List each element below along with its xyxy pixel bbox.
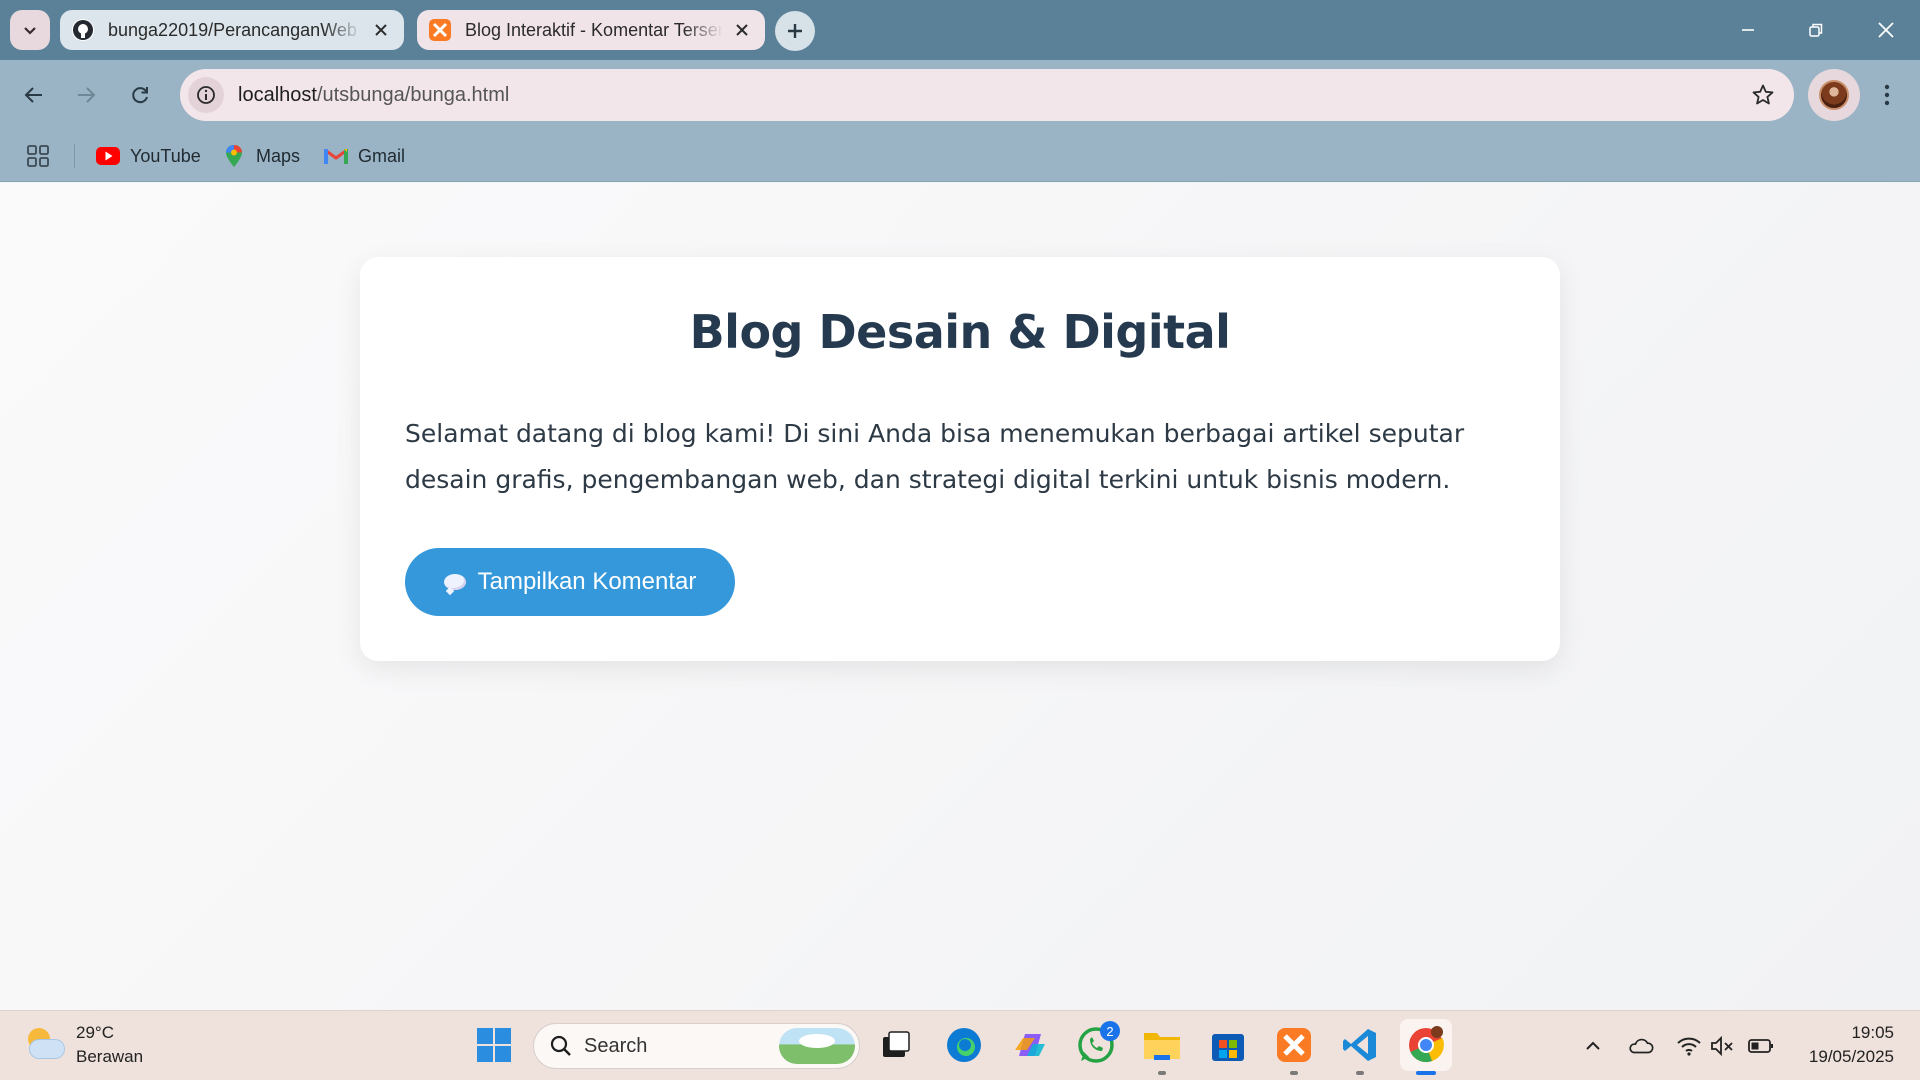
chrome-icon: [1409, 1026, 1444, 1063]
bookmarks-bar: YouTube Maps Gmail: [0, 130, 1920, 182]
taskbar-app-vscode[interactable]: [1334, 1019, 1386, 1075]
bookmark-label: Maps: [256, 145, 301, 166]
folder-icon: [1144, 1033, 1180, 1060]
close-icon[interactable]: [731, 19, 753, 41]
github-icon: [72, 19, 94, 41]
weather-widget[interactable]: 29°C Berawan: [24, 1021, 143, 1069]
browser-toolbar: localhost/utsbunga/bunga.html: [0, 60, 1920, 130]
active-indicator: [1416, 1071, 1436, 1075]
xampp-icon: [429, 19, 451, 41]
page-viewport: Blog Desain & Digital Selamat datang di …: [0, 183, 1920, 1010]
close-window-button[interactable]: [1862, 10, 1910, 50]
plus-icon: [788, 24, 802, 38]
taskbar-clock[interactable]: 19:05 19/05/2025: [1809, 1021, 1894, 1069]
show-comments-button[interactable]: Tampilkan Komentar: [405, 548, 735, 616]
forward-button[interactable]: [66, 75, 106, 115]
url-path: /utsbunga/bunga.html: [316, 83, 510, 106]
youtube-icon: [96, 144, 120, 168]
tab-blog-interaktif[interactable]: Blog Interaktif - Komentar Tersembunyi: [417, 10, 765, 50]
bookmark-label: YouTube: [130, 145, 201, 166]
tab-title: bunga22019/PerancanganWeb: [108, 19, 357, 40]
weather-condition: Berawan: [76, 1047, 144, 1066]
reload-icon: [132, 87, 148, 104]
browser-menu-button[interactable]: [1872, 75, 1902, 115]
address-bar[interactable]: localhost/utsbunga/bunga.html: [180, 69, 1794, 121]
speech-bubble-icon: [443, 574, 466, 590]
tab-strip: bunga22019/PerancanganWeb Blog Interakti…: [0, 0, 1920, 60]
battery-icon[interactable]: [1748, 1033, 1774, 1059]
xampp-icon: [1277, 1028, 1311, 1062]
page-title: Blog Desain & Digital: [689, 305, 1231, 359]
gmail-icon: [324, 144, 348, 168]
profile-button[interactable]: [1808, 69, 1860, 121]
url-host: localhost: [238, 83, 317, 106]
apps-grid-icon[interactable]: [24, 142, 52, 170]
bookmark-youtube[interactable]: YouTube: [96, 140, 201, 172]
wifi-icon[interactable]: [1676, 1033, 1702, 1059]
avatar: [1819, 80, 1849, 110]
arrow-left-icon: [24, 87, 42, 103]
taskbar-app-chrome[interactable]: [1400, 1019, 1452, 1075]
copilot-icon: [1015, 1034, 1045, 1056]
minimize-button[interactable]: [1724, 10, 1772, 50]
bookmark-maps[interactable]: Maps: [222, 140, 300, 172]
site-info-icon[interactable]: [188, 77, 224, 113]
search-highlight-image: [779, 1028, 855, 1064]
taskbar: 29°C Berawan Search 2 19:05 19/05/2025: [0, 1010, 1920, 1080]
taskbar-search[interactable]: Search: [533, 1023, 860, 1069]
bookmark-star-icon[interactable]: [1750, 82, 1776, 108]
task-view-button[interactable]: [870, 1019, 922, 1071]
running-indicator: [1158, 1071, 1166, 1075]
minimize-icon: [1742, 29, 1754, 31]
clock-time: 19:05: [1851, 1023, 1894, 1042]
running-indicator: [1356, 1071, 1364, 1075]
close-icon[interactable]: [370, 19, 392, 41]
close-icon: [1878, 22, 1894, 38]
vscode-icon: [1343, 1029, 1376, 1061]
show-hidden-icons[interactable]: [1580, 1033, 1606, 1059]
notification-badge: 2: [1100, 1021, 1120, 1041]
volume-muted-icon[interactable]: [1710, 1033, 1736, 1059]
chevron-down-icon: [24, 27, 36, 35]
search-placeholder: Search: [584, 1034, 648, 1057]
restore-button[interactable]: [1792, 10, 1840, 50]
partly-cloudy-icon: [24, 1024, 66, 1066]
url-text[interactable]: localhost/utsbunga/bunga.html: [238, 84, 509, 107]
task-view-icon: [883, 1031, 910, 1057]
store-icon: [1212, 1034, 1244, 1061]
bookmark-gmail[interactable]: Gmail: [324, 140, 405, 172]
maps-icon: [222, 144, 246, 168]
taskbar-app-store[interactable]: [1202, 1019, 1254, 1071]
tab-search-button[interactable]: [10, 10, 50, 50]
bookmark-label: Gmail: [358, 145, 406, 166]
running-indicator: [1290, 1071, 1298, 1075]
search-icon: [550, 1035, 571, 1056]
taskbar-app-xampp[interactable]: [1268, 1019, 1320, 1075]
weather-temperature: 29°C: [76, 1023, 114, 1042]
restore-icon: [1809, 23, 1823, 37]
tab-github[interactable]: bunga22019/PerancanganWeb: [60, 10, 404, 50]
onedrive-icon[interactable]: [1628, 1033, 1654, 1059]
back-button[interactable]: [14, 75, 54, 115]
intro-paragraph: Selamat datang di blog kami! Di sini And…: [405, 419, 1465, 494]
start-button[interactable]: [468, 1019, 520, 1071]
arrow-right-icon: [78, 87, 96, 103]
new-tab-button[interactable]: [775, 11, 815, 51]
show-comments-label: Tampilkan Komentar: [477, 568, 697, 595]
blog-card: Blog Desain & Digital Selamat datang di …: [360, 257, 1560, 661]
reload-button[interactable]: [120, 75, 160, 115]
taskbar-app-edge[interactable]: [938, 1019, 990, 1071]
taskbar-app-copilot[interactable]: [1004, 1019, 1056, 1071]
clock-date: 19/05/2025: [1808, 1047, 1894, 1066]
windows-icon: [477, 1028, 511, 1062]
taskbar-app-whatsapp[interactable]: 2: [1070, 1019, 1122, 1071]
chevron-up-icon: [1586, 1041, 1600, 1050]
more-vertical-icon: [1884, 84, 1890, 106]
bookmarks-divider: [74, 144, 75, 168]
edge-icon: [947, 1028, 981, 1062]
taskbar-app-file-explorer[interactable]: [1136, 1019, 1188, 1075]
tab-title: Blog Interaktif - Komentar Tersembunyi: [465, 19, 723, 40]
